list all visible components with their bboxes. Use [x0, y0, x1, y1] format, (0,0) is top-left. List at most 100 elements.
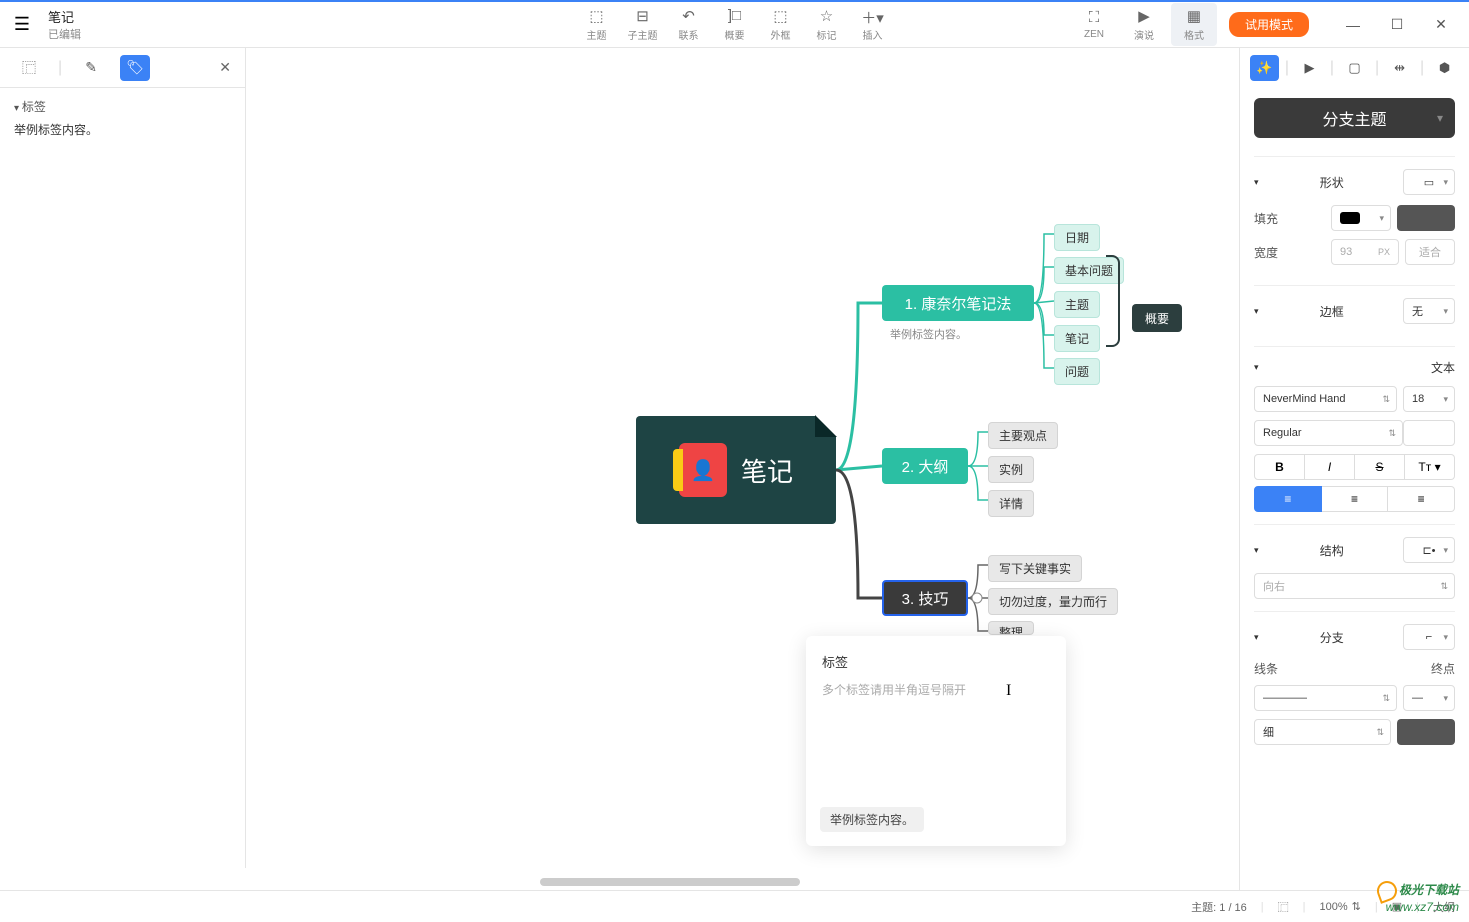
folded-corner: [815, 415, 837, 437]
line-color[interactable]: [1397, 719, 1455, 745]
tab-snap[interactable]: ⇹: [1385, 55, 1414, 81]
leaf-note[interactable]: 笔记: [1054, 325, 1100, 352]
section-text: 文本 NeverMind Hand 18 Regular B I S Tᴛ ▾ …: [1254, 346, 1455, 524]
relationship-icon: ↶: [666, 7, 712, 25]
border-select[interactable]: 无: [1403, 298, 1455, 324]
status-zoom[interactable]: 100% ⇅: [1320, 900, 1361, 913]
tab-color[interactable]: ⬢: [1430, 55, 1459, 81]
case-button[interactable]: Tᴛ ▾: [1405, 454, 1455, 480]
tool-topic[interactable]: ⬚主题: [574, 7, 620, 42]
font-family-select[interactable]: NeverMind Hand: [1254, 386, 1397, 412]
text-cursor-icon: I: [1006, 682, 1011, 700]
leaf-problem[interactable]: 问题: [1054, 358, 1100, 385]
left-close-button[interactable]: ✕: [219, 59, 231, 76]
summary-node[interactable]: 概要: [1132, 304, 1182, 332]
line-label: 线条: [1254, 660, 1278, 677]
document-title-block: 笔记 已编辑: [48, 7, 81, 42]
watermark: 极光下载站 www.xz7.com: [1377, 881, 1459, 914]
tab-map[interactable]: ▢: [1340, 55, 1369, 81]
line-end-select[interactable]: —: [1403, 685, 1455, 711]
window-close[interactable]: ✕: [1421, 16, 1461, 33]
branch-cornell-tag: 举例标签内容。: [890, 326, 967, 342]
leaf-moderate[interactable]: 切勿过度，量力而行: [988, 588, 1118, 615]
align-center-button[interactable]: ≡: [1322, 486, 1389, 512]
popup-title: 标签: [822, 652, 1050, 671]
left-tab-labels[interactable]: 🏷: [120, 55, 150, 81]
notebook-icon: [679, 443, 727, 497]
tool-marker[interactable]: ☆标记: [804, 7, 850, 42]
topic-icon: ⬚: [574, 7, 620, 25]
subtopic-icon: ⊟: [620, 7, 666, 25]
strike-button[interactable]: S: [1355, 454, 1405, 480]
tab-pitch[interactable]: ▶: [1295, 55, 1324, 81]
status-map-icon[interactable]: ⿸: [1278, 899, 1289, 915]
window-maximize[interactable]: ☐: [1377, 16, 1417, 33]
tool-format[interactable]: ▦格式: [1171, 3, 1217, 46]
leaf-main-point[interactable]: 主要观点: [988, 422, 1058, 449]
horizontal-scrollbar[interactable]: [260, 878, 1229, 888]
font-weight-select[interactable]: Regular: [1254, 420, 1403, 446]
root-label: 笔记: [741, 452, 793, 489]
status-topic-count: 主题: 1 / 16: [1191, 899, 1247, 915]
italic-button[interactable]: I: [1305, 454, 1355, 480]
section-structure: 结构 ⊏• 向右: [1254, 524, 1455, 611]
leaf-topic[interactable]: 主题: [1054, 291, 1100, 318]
width-label: 宽度: [1254, 244, 1278, 261]
label-input[interactable]: [822, 683, 1050, 697]
left-tabs: ⿸ | ✎ 🏷 ✕: [0, 48, 245, 88]
top-toolbar: ☰ 笔记 已编辑 ⬚主题 ⊟子主题 ↶联系 ]□概要 ⬚外框 ☆标记 ＋▾插入 …: [0, 0, 1469, 48]
fit-button[interactable]: 适合: [1405, 239, 1455, 265]
label-suggestion[interactable]: 举例标签内容。: [820, 807, 924, 832]
root-node[interactable]: 笔记: [636, 416, 836, 524]
align-left-button[interactable]: ≡: [1254, 486, 1322, 512]
topic-type-dropdown[interactable]: 分支主题: [1254, 98, 1455, 138]
branch-title: 分支: [1320, 629, 1344, 646]
line-thickness-select[interactable]: 细: [1254, 719, 1391, 745]
leaf-date[interactable]: 日期: [1054, 224, 1100, 251]
line-style-select[interactable]: ————: [1254, 685, 1397, 711]
left-example-text: 举例标签内容。: [14, 121, 231, 138]
left-tab-outline[interactable]: ⿸: [14, 55, 44, 81]
tool-present[interactable]: ▶演说: [1121, 7, 1167, 42]
bold-button[interactable]: B: [1254, 454, 1305, 480]
leaf-example[interactable]: 实例: [988, 456, 1034, 483]
branch-cornell[interactable]: 1. 康奈尔笔记法: [882, 285, 1034, 321]
play-icon: ▶: [1121, 7, 1167, 25]
font-color[interactable]: [1403, 420, 1455, 446]
boundary-icon: ⬚: [758, 7, 804, 25]
toolbar-center: ⬚主题 ⊟子主题 ↶联系 ]□概要 ⬚外框 ☆标记 ＋▾插入: [574, 7, 896, 42]
text-align-group: ≡ ≡ ≡: [1254, 486, 1455, 512]
tab-style[interactable]: ✨: [1250, 55, 1279, 81]
summary-icon: ]□: [712, 7, 758, 25]
leaf-detail[interactable]: 详情: [988, 490, 1034, 517]
status-bar: 主题: 1 / 16 | ⿸ | 100% ⇅ | ▣ | 大纲: [0, 890, 1469, 922]
leaf-organize[interactable]: 整理: [988, 621, 1034, 635]
mindmap-canvas[interactable]: 笔记 1. 康奈尔笔记法 举例标签内容。 日期 基本问题 主题 笔记 问题 概要…: [246, 48, 1239, 890]
font-size-select[interactable]: 18: [1403, 386, 1455, 412]
label-popup: 标签 I 举例标签内容。: [806, 636, 1066, 846]
document-status: 已编辑: [48, 26, 81, 42]
section-border: 边框 无: [1254, 285, 1455, 346]
tool-relationship[interactable]: ↶联系: [666, 7, 712, 42]
window-minimize[interactable]: —: [1333, 17, 1373, 33]
shape-select[interactable]: ▭: [1403, 169, 1455, 195]
menu-button[interactable]: ☰: [0, 14, 44, 35]
branch-skill-selected[interactable]: 3. 技巧: [882, 580, 968, 616]
fill-color-select[interactable]: [1331, 205, 1391, 231]
structure-select[interactable]: ⊏•: [1403, 537, 1455, 563]
leaf-key-facts[interactable]: 写下关键事实: [988, 555, 1082, 582]
tool-subtopic[interactable]: ⊟子主题: [620, 7, 666, 42]
tool-insert[interactable]: ＋▾插入: [850, 7, 896, 42]
branch-shape-select[interactable]: ⌐: [1403, 624, 1455, 650]
width-input[interactable]: 93PX: [1331, 239, 1399, 265]
tool-zen[interactable]: ⛶ZEN: [1071, 9, 1117, 40]
direction-select[interactable]: 向右: [1254, 573, 1455, 599]
end-label: 终点: [1431, 660, 1455, 677]
tool-boundary[interactable]: ⬚外框: [758, 7, 804, 42]
trial-mode-button[interactable]: 试用模式: [1229, 12, 1309, 37]
left-tab-notes[interactable]: ✎: [76, 55, 106, 81]
tool-summary[interactable]: ]□概要: [712, 7, 758, 42]
fill-preview[interactable]: [1397, 205, 1455, 231]
align-right-button[interactable]: ≡: [1388, 486, 1455, 512]
branch-outline[interactable]: 2. 大纲: [882, 448, 968, 484]
